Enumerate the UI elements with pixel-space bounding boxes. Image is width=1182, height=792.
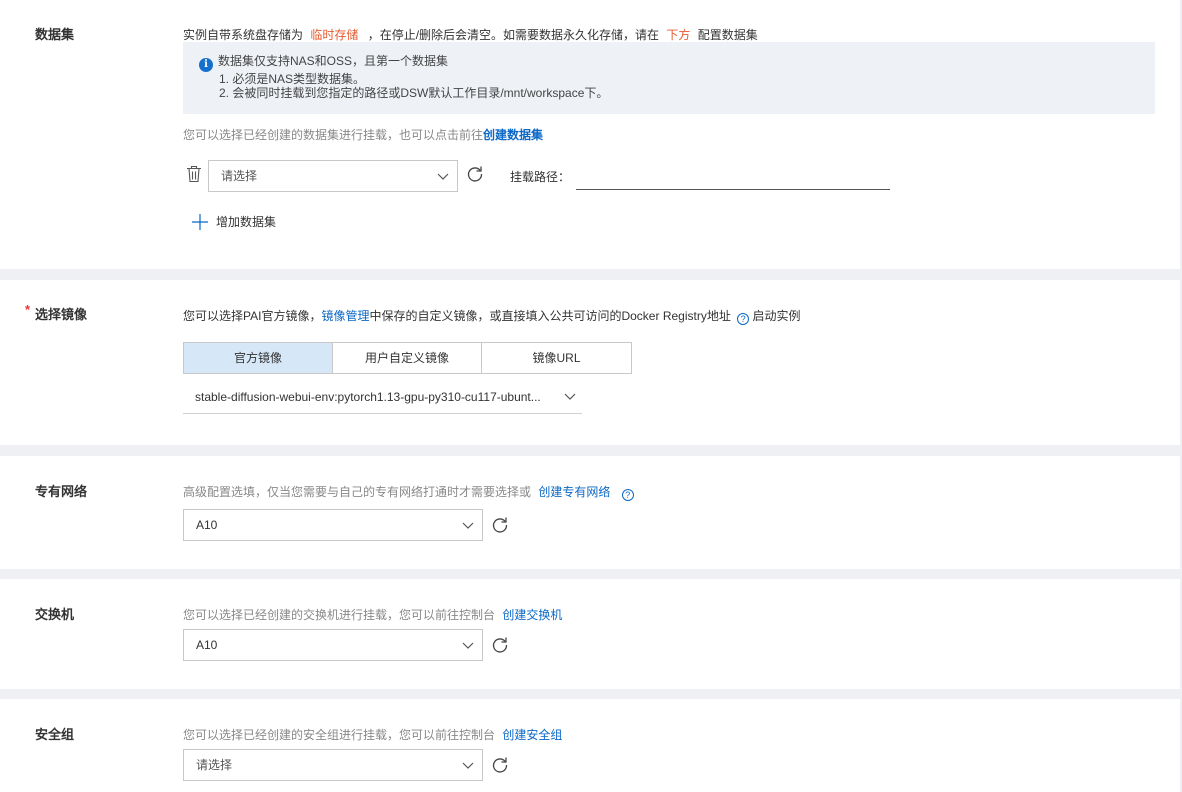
security-group-section — [0, 699, 1180, 792]
notice-line-1: 1. 必须是NAS类型数据集。 — [219, 72, 366, 86]
vswitch-select[interactable]: A10 — [183, 629, 483, 661]
chevron-down-icon — [462, 762, 474, 769]
plus-icon — [192, 214, 208, 230]
dataset-select[interactable]: 请选择 — [208, 160, 458, 192]
chevron-down-icon — [462, 642, 474, 649]
vpc-select[interactable]: A10 — [183, 509, 483, 541]
tab-image-url[interactable]: 镜像URL — [482, 343, 631, 373]
info-icon: i — [199, 58, 213, 72]
add-dataset-button[interactable]: 增加数据集 — [192, 213, 276, 230]
vswitch-section — [0, 579, 1180, 689]
mount-path-label: 挂载路径： — [510, 170, 571, 184]
dataset-description: 实例自带系统盘存储为 临时存储 ，在停止/删除后会清空。如需要数据永久化存储，请… — [183, 28, 758, 42]
image-management-link[interactable]: 镜像管理 — [321, 309, 369, 323]
dataset-label: 数据集 — [35, 27, 75, 42]
below-highlight: 下方 — [666, 28, 691, 42]
vpc-section — [0, 456, 1180, 569]
notice-title: 数据集仅支持NAS和OSS，且第一个数据集 — [218, 54, 449, 68]
create-vswitch-link[interactable]: 创建交换机 — [502, 608, 562, 622]
tab-custom-image[interactable]: 用户自定义镜像 — [333, 343, 482, 373]
temp-storage-highlight: 临时存储 — [310, 28, 359, 42]
create-dataset-link[interactable]: 创建数据集 — [483, 128, 543, 142]
create-vpc-link[interactable]: 创建专有网络 — [538, 485, 610, 499]
create-security-group-link[interactable]: 创建安全组 — [502, 728, 562, 742]
refresh-icon[interactable] — [491, 636, 509, 654]
trash-icon[interactable] — [186, 165, 202, 183]
tab-official-image[interactable]: 官方镜像 — [184, 343, 333, 373]
notice-line-2: 2. 会被同时挂载到您指定的路径或DSW默认工作目录/mnt/workspace… — [219, 86, 609, 100]
dataset-notice: i 数据集仅支持NAS和OSS，且第一个数据集 1. 必须是NAS类型数据集。 2… — [183, 42, 1155, 114]
dataset-section: 数据集 实例自带系统盘存储为 临时存储 ，在停止/删除后会清空。如需要数据永久化… — [0, 0, 1180, 269]
image-select[interactable]: stable-diffusion-webui-env:pytorch1.13-g… — [183, 382, 582, 414]
image-description: 您可以选择PAI官方镜像，镜像管理中保存的自定义镜像，或直接填入公共可访问的Do… — [183, 309, 801, 325]
image-label: * 选择镜像 — [25, 302, 88, 322]
vpc-description: 高级配置选填，仅当您需要与自己的专有网络打通时才需要选择或 创建专有网络 ? — [183, 483, 634, 501]
security-group-description: 您可以选择已经创建的安全组进行挂载，您可以前往控制台 创建安全组 — [183, 728, 563, 742]
refresh-icon[interactable] — [491, 756, 509, 774]
vpc-label: 专有网络 — [35, 484, 88, 499]
vswitch-description: 您可以选择已经创建的交换机进行挂载，您可以前往控制台 创建交换机 — [183, 608, 563, 622]
required-mark: * — [25, 302, 31, 317]
security-group-label: 安全组 — [35, 727, 75, 742]
refresh-icon[interactable] — [491, 516, 509, 534]
help-icon[interactable]: ? — [621, 489, 634, 501]
vswitch-label: 交换机 — [35, 607, 75, 622]
mount-path-input[interactable] — [576, 164, 890, 190]
chevron-down-icon — [437, 173, 449, 180]
refresh-icon[interactable] — [466, 165, 484, 183]
help-icon[interactable]: ? — [737, 313, 750, 325]
chevron-down-icon — [462, 522, 474, 529]
image-type-tabs: 官方镜像 用户自定义镜像 镜像URL — [183, 342, 632, 374]
dataset-hint: 您可以选择已经创建的数据集进行挂载，也可以点击前往创建数据集 — [183, 128, 544, 142]
chevron-down-icon — [564, 393, 576, 400]
security-group-select[interactable]: 请选择 — [183, 749, 483, 781]
